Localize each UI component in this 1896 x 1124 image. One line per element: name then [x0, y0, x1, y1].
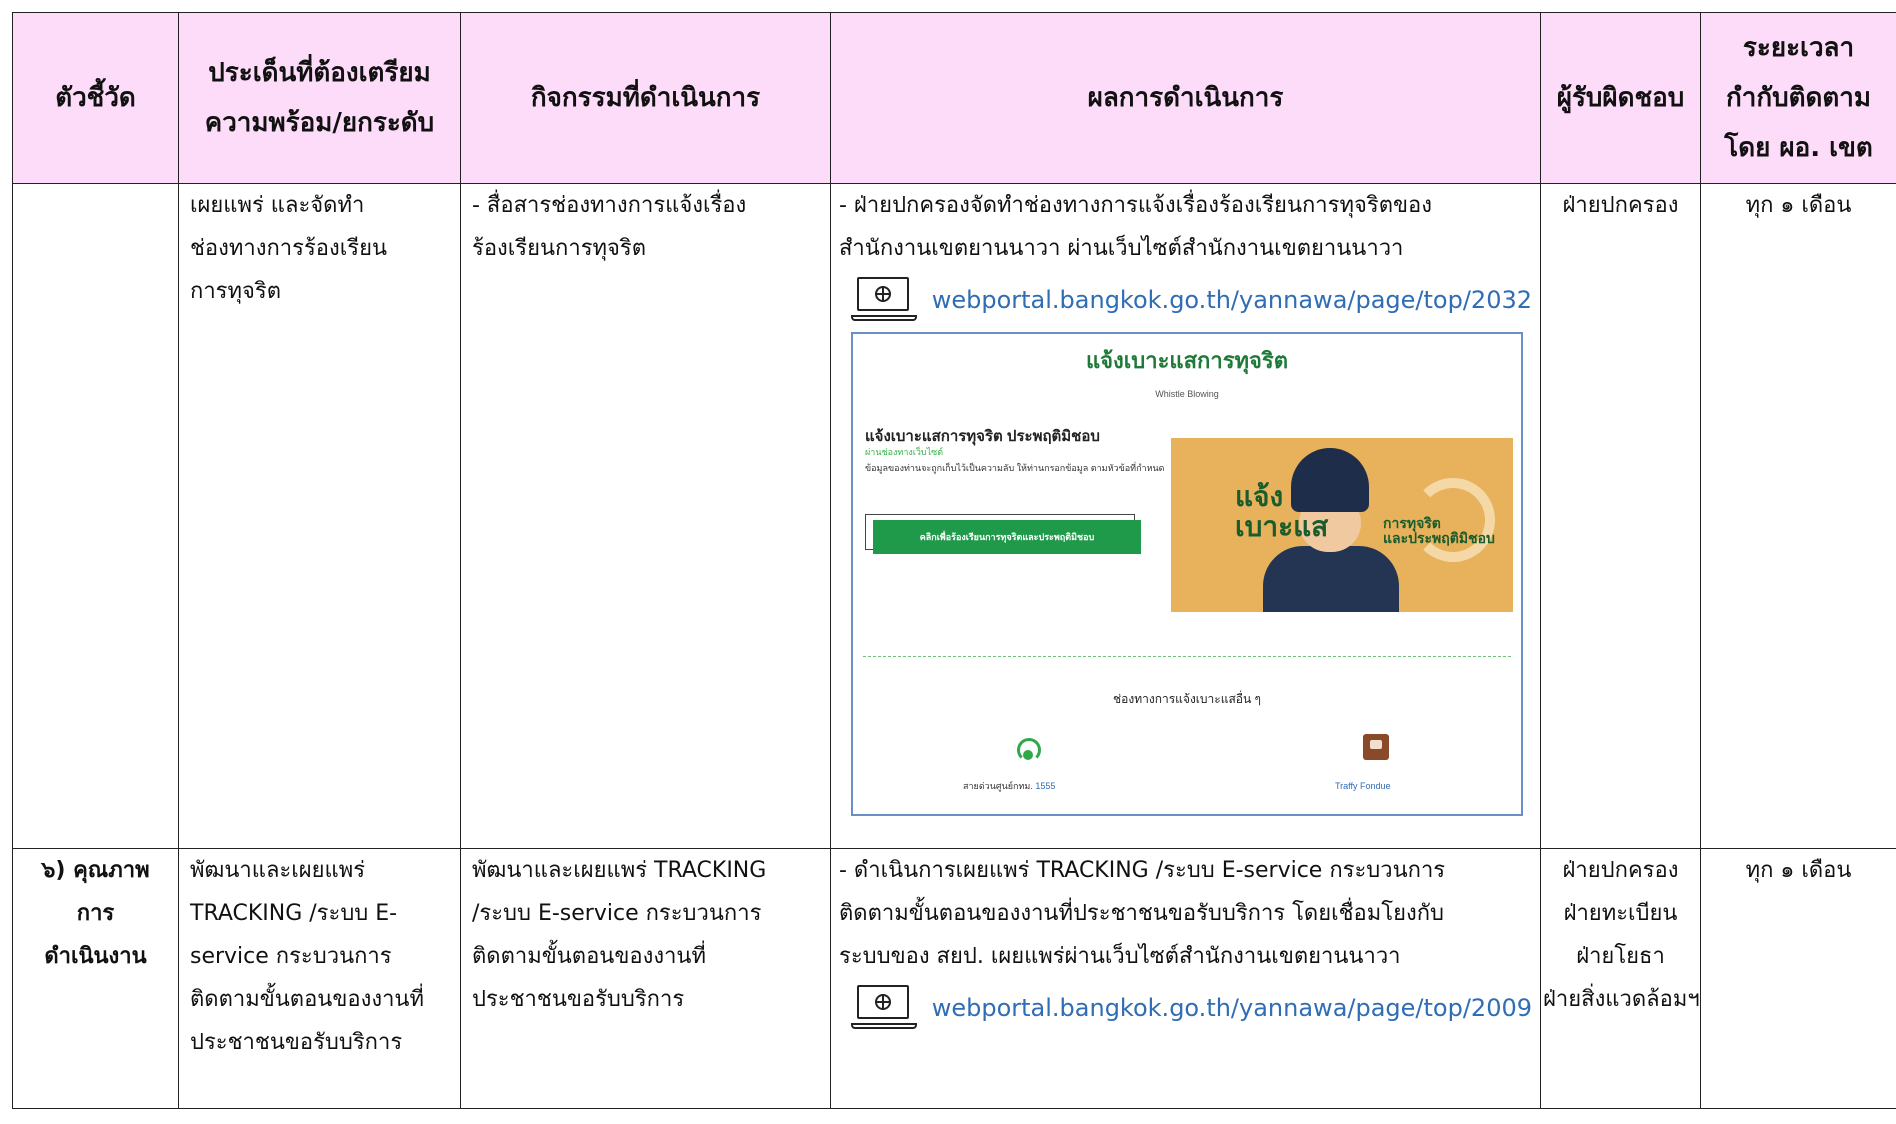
embedded-other-channels: ช่องทางการแจ้งเบาะแสอื่น ๆ [1113, 692, 1261, 706]
row1-activity: - สื่อสารช่องทางการแจ้งเรื่อง ร้องเรียนกา… [460, 183, 831, 849]
header-responsible: ผู้รับผิดชอบ [1540, 12, 1701, 184]
embedded-channel-note: ผ่านช่องทางเว็บไซต์ [865, 447, 944, 457]
header-result: ผลการดำเนินการ [830, 12, 1541, 184]
row2-issue: พัฒนาและเผยแพร่ TRACKING /ระบบ E-service … [178, 848, 461, 1109]
row1-result: - ฝ่ายปกครองจัดทำช่องทางการแจ้งเรื่องร้อ… [830, 183, 1541, 849]
embedded-description: ข้อมูลของท่านจะถูกเก็บไว้เป็นความลับ ให้… [865, 463, 1165, 473]
website-link[interactable]: webportal.bangkok.go.th/yannawa/page/top… [932, 279, 1532, 322]
embedded-subtitle: Whistle Blowing [1155, 389, 1219, 399]
laptop-globe-icon [851, 277, 917, 323]
embedded-hotline-label: สายด่วนศูนย์กทม. 1555 [963, 781, 1056, 791]
row2-indicator: ๖) คุณภาพ การ ดำเนินงาน [12, 848, 179, 1109]
embedded-banner-image: แจ้ง เบาะแส การทุจริต และประพฤติมิชอบ [1171, 438, 1513, 612]
row2-activity: พัฒนาและเผยแพร่ TRACKING/ระบบ E-service … [460, 848, 831, 1109]
table-row: ๖) คุณภาพ การ ดำเนินงาน พัฒนาและเผยแพร่ TRA… [12, 848, 1896, 1109]
header-issue: ประเด็นที่ต้องเตรียม ความพร้อม/ยกระดับ [178, 12, 461, 184]
header-period: ระยะเวลา กำกับติดตาม โดย ผอ. เขต [1700, 12, 1896, 184]
embedded-divider [863, 656, 1511, 657]
report-table: ตัวชี้วัด ประเด็นที่ต้องเตรียม ความพร้อม/… [12, 12, 1896, 1109]
table-row: เผยแพร่ และจัดทำ ช่องทางการร้องเรียน การทุ… [12, 183, 1896, 849]
header-activity: กิจกรรมที่ดำเนินการ [460, 12, 831, 184]
laptop-globe-icon [851, 985, 917, 1031]
row2-period: ทุก ๑ เดือน [1700, 848, 1896, 1109]
row1-period: ทุก ๑ เดือน [1700, 183, 1896, 849]
embedded-title: แจ้งเบาะแสการทุจริต [1085, 348, 1289, 373]
row2-result: - ดำเนินการเผยแพร่ TRACKING /ระบบ E-serv… [830, 848, 1541, 1109]
traffy-fondue-icon [1363, 734, 1389, 760]
embedded-website-screenshot: แจ้งเบาะแสการทุจริต Whistle Blowing แจ้ง… [851, 332, 1523, 816]
headset-icon [1013, 734, 1043, 764]
embedded-heading: แจ้งเบาะแสการทุจริต ประพฤติมิชอบ [865, 428, 1100, 445]
header-indicator: ตัวชี้วัด [12, 12, 179, 184]
row1-indicator [12, 183, 179, 849]
website-link[interactable]: webportal.bangkok.go.th/yannawa/page/top… [932, 987, 1532, 1030]
website-link-row[interactable]: webportal.bangkok.go.th/yannawa/page/top… [851, 984, 1532, 1032]
row1-responsible: ฝ่ายปกครอง [1540, 183, 1701, 849]
embedded-traffy-label: Traffy Fondue [1335, 781, 1391, 791]
row2-responsible: ฝ่ายปกครอง ฝ่ายทะเบียน ฝ่ายโยธา ฝ่ายสิ่งแวด… [1540, 848, 1701, 1109]
website-link-row[interactable]: webportal.bangkok.go.th/yannawa/page/top… [851, 276, 1532, 324]
embedded-complaint-button: คลิกเพื่อร้องเรียนการทุจริตและประพฤติมิช… [873, 520, 1141, 554]
row1-issue: เผยแพร่ และจัดทำ ช่องทางการร้องเรียน การทุ… [178, 183, 461, 849]
header-row: ตัวชี้วัด ประเด็นที่ต้องเตรียม ความพร้อม/… [12, 12, 1896, 184]
